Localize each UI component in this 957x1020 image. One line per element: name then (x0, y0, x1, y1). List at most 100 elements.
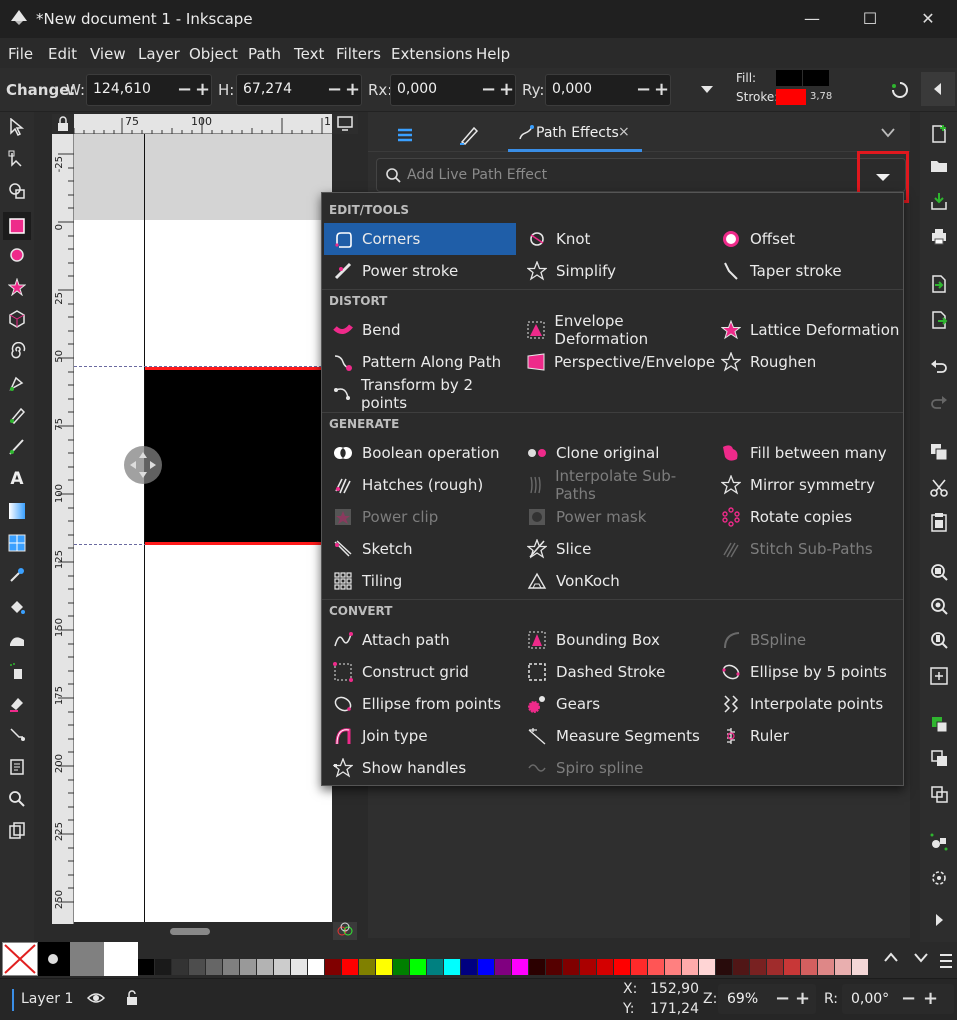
height-field[interactable]: 67,274 − + (236, 74, 362, 106)
paint-bucket-icon[interactable] (6, 596, 28, 618)
palette-swatch[interactable] (274, 959, 290, 975)
lpe-item-simplify[interactable]: Simplify (518, 255, 710, 287)
no-paint-swatch[interactable] (2, 942, 38, 976)
lpe-item-transform-2pts[interactable]: Transform by 2 points (324, 376, 516, 412)
lpe-item-mirror[interactable]: Mirror symmetry (712, 469, 902, 501)
paste-icon[interactable] (929, 512, 949, 532)
menu-edit[interactable]: Edit (48, 45, 77, 63)
pencil-tool-icon[interactable] (6, 404, 28, 426)
menu-extensions[interactable]: Extensions (391, 45, 472, 63)
menu-help[interactable]: Help (476, 45, 510, 63)
ry-value[interactable]: 0,000 (552, 81, 592, 97)
width-decrement-button[interactable]: − (177, 79, 192, 100)
tab-close-button[interactable]: × (618, 124, 630, 140)
palette-swatch[interactable] (206, 959, 222, 975)
gradient-tool-icon[interactable] (6, 500, 28, 522)
shape-builder-icon[interactable] (6, 180, 28, 202)
stroke-swatch[interactable] (776, 89, 806, 105)
black-swatch[interactable] (38, 942, 70, 976)
palette-swatch[interactable] (359, 959, 375, 975)
menu-file[interactable]: File (8, 45, 33, 63)
palette-menu-icon[interactable] (938, 952, 954, 970)
export-icon[interactable] (929, 310, 949, 330)
height-increment-button[interactable]: + (345, 79, 360, 100)
lpe-item-sketch[interactable]: Sketch (324, 533, 516, 565)
undo-icon[interactable] (929, 358, 949, 378)
palette-swatch[interactable] (716, 959, 732, 975)
chevron-down-icon[interactable] (880, 126, 896, 140)
palette-swatch[interactable] (767, 959, 783, 975)
lock-guides-button[interactable] (52, 114, 74, 134)
width-value[interactable]: 124,610 (93, 81, 151, 97)
spiral-tool-icon[interactable] (6, 340, 28, 362)
rx-increment-button[interactable]: + (499, 79, 514, 100)
menu-object[interactable]: Object (189, 45, 238, 63)
lpe-item-hatches[interactable]: Hatches (rough) (324, 469, 516, 501)
ungroup-icon[interactable] (929, 868, 949, 888)
lpe-item-pattern-along-path[interactable]: Pattern Along Path (324, 346, 516, 378)
rx-decrement-button[interactable]: − (481, 79, 496, 100)
rx-value[interactable]: 0,000 (397, 81, 437, 97)
palette-swatch[interactable] (580, 959, 596, 975)
lpe-item-ellipse-from-points[interactable]: Ellipse from points (324, 688, 516, 720)
mesh-tool-icon[interactable] (6, 532, 28, 554)
palette-scroll-down-icon[interactable] (912, 950, 930, 964)
unlink-clone-icon[interactable] (929, 784, 949, 804)
canvas-page[interactable] (74, 220, 332, 922)
zoom-selection-icon[interactable] (929, 562, 949, 582)
palette-swatch[interactable] (750, 959, 766, 975)
display-mode-button[interactable] (332, 114, 358, 134)
lpe-item-tiling[interactable]: Tiling (324, 565, 516, 597)
copy-icon[interactable] (929, 442, 949, 462)
palette-swatch[interactable] (291, 959, 307, 975)
current-layer-label[interactable]: Layer 1 (21, 991, 73, 1007)
ry-increment-button[interactable]: + (654, 79, 669, 100)
palette-swatch[interactable] (733, 959, 749, 975)
measure-tool-icon[interactable] (6, 820, 28, 842)
lpe-item-slice[interactable]: Slice (518, 533, 710, 565)
selected-rectangle[interactable] (145, 367, 332, 545)
palette-swatch[interactable] (495, 959, 511, 975)
fill-swatch-alt[interactable] (803, 70, 829, 86)
minimize-icon[interactable]: — (783, 0, 841, 38)
dropper-tool-icon[interactable] (6, 564, 28, 586)
lpe-item-dashed-stroke[interactable]: Dashed Stroke (518, 656, 710, 688)
palette-swatch[interactable] (189, 959, 205, 975)
rotation-value[interactable]: 0,00° (851, 991, 889, 1007)
rotate-icon[interactable] (890, 80, 910, 100)
eye-icon[interactable] (86, 990, 106, 1006)
palette-swatch[interactable] (308, 959, 324, 975)
palette-swatch[interactable] (835, 959, 851, 975)
lpe-item-taper-stroke[interactable]: Taper stroke (712, 255, 902, 287)
palette-swatch[interactable] (597, 959, 613, 975)
lpe-item-power-stroke[interactable]: Power stroke (324, 255, 516, 287)
zoom-tool-icon[interactable] (6, 788, 28, 810)
lpe-item-construct-grid[interactable]: Construct grid (324, 656, 516, 688)
print-icon[interactable] (929, 226, 949, 246)
lpe-item-lattice[interactable]: Lattice Deformation (712, 314, 902, 346)
height-value[interactable]: 67,274 (243, 81, 292, 97)
tab-path-effects[interactable]: Path Effects × (508, 114, 642, 152)
ellipse-tool-icon[interactable] (6, 244, 28, 266)
clone-icon[interactable] (929, 748, 949, 768)
lpe-item-ruler[interactable]: Ruler (712, 720, 902, 752)
lpe-item-envelope[interactable]: Envelope Deformation (518, 312, 710, 348)
zoom-value[interactable]: 69% (727, 991, 758, 1007)
selector-tool-icon[interactable] (6, 116, 28, 138)
lpe-item-boolean[interactable]: Boolean operation (324, 437, 516, 469)
tab-fill-stroke[interactable] (452, 122, 488, 148)
duplicate-icon[interactable] (929, 714, 949, 734)
tab-layers[interactable] (388, 122, 424, 148)
3d-box-tool-icon[interactable] (6, 308, 28, 330)
palette-scroll-up-icon[interactable] (882, 950, 900, 964)
eraser-tool-icon[interactable] (6, 692, 28, 714)
palette-swatch[interactable] (818, 959, 834, 975)
palette-swatch[interactable] (852, 959, 868, 975)
maximize-icon[interactable]: ☐ (841, 0, 899, 38)
palette-swatch[interactable] (682, 959, 698, 975)
rotate-cw-button[interactable]: + (923, 988, 938, 1009)
menu-text[interactable]: Text (294, 45, 324, 63)
palette-swatch[interactable] (325, 959, 341, 975)
lpe-item-vonkoch[interactable]: VonKoch (518, 565, 710, 597)
lpe-item-knot[interactable]: Knot (518, 223, 710, 255)
